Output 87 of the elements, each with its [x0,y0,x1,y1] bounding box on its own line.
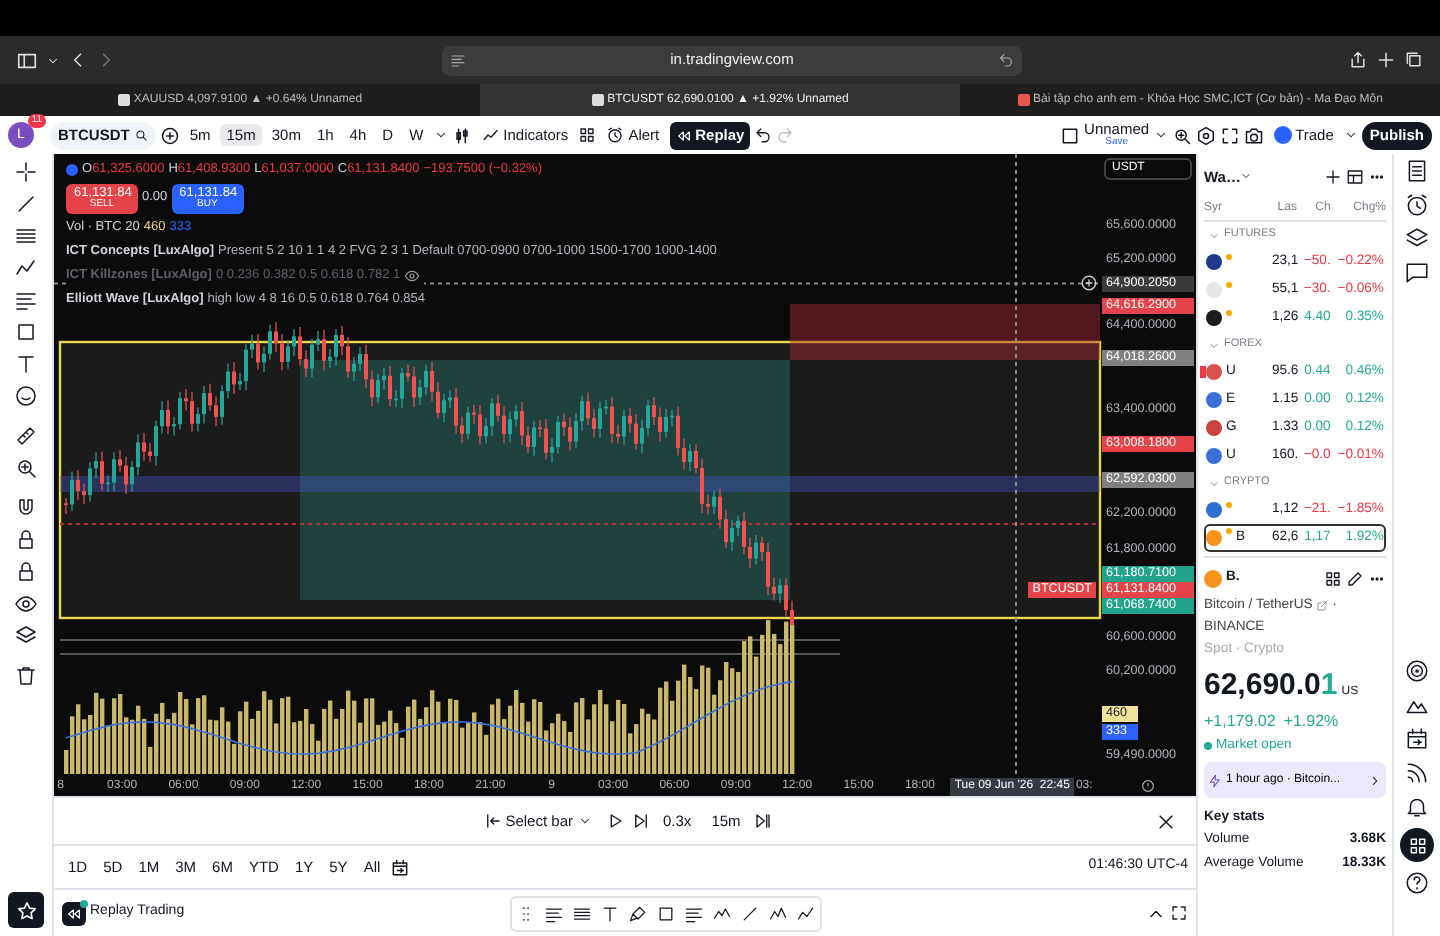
add-symbol-icon[interactable] [159,125,180,145]
grid-icon[interactable] [1324,569,1342,587]
settings-icon[interactable] [1195,125,1216,145]
step-forward-icon[interactable] [631,812,649,830]
bolt-icon[interactable] [1208,773,1222,788]
trash-icon[interactable] [14,664,38,688]
chart-line-icon[interactable] [481,126,500,144]
price-change: +1,179.02 [1204,710,1276,735]
jump-to-end-icon[interactable] [754,812,773,830]
edit-icon[interactable] [1346,569,1364,587]
smiley-icon[interactable] [14,384,38,408]
last-price: 62,690.0 [1204,665,1321,706]
rectangle-icon[interactable] [14,320,38,344]
lock-icon[interactable] [14,560,38,584]
status-dot [1204,742,1212,751]
rewind-icon[interactable] [675,127,692,143]
crosshair-icon[interactable] [14,160,38,184]
play-icon[interactable] [605,812,623,830]
list-icon[interactable] [1404,158,1430,184]
tab-overview-icon[interactable] [1404,50,1424,70]
chevron-down-icon[interactable] [1343,128,1358,142]
search-icon[interactable] [133,128,148,142]
external-link-icon[interactable] [1316,600,1329,613]
alarm-icon[interactable] [606,126,625,144]
zigzag-icon[interactable] [711,903,732,923]
add-icon[interactable] [1324,167,1342,185]
text-icon[interactable] [599,903,620,923]
change-percent: +1.92% [1283,710,1339,735]
select-bar-icon[interactable] [483,812,502,830]
fib-lines-icon[interactable] [683,903,704,923]
chevron-down-icon[interactable] [46,53,60,67]
magnet-icon[interactable] [14,496,38,520]
zoom-in-icon[interactable] [14,456,38,480]
apps-button[interactable] [1400,828,1434,862]
chevron-down-icon[interactable] [577,814,591,828]
layers-icon[interactable] [14,624,38,648]
help-icon[interactable] [1404,870,1430,896]
lines-icon[interactable] [14,288,38,312]
candles-icon[interactable] [451,125,472,145]
trend-line-icon[interactable] [14,192,38,216]
go-to-date-icon[interactable] [390,857,411,877]
layout-icon[interactable] [1060,125,1081,145]
new-tab-icon[interactable] [1376,50,1396,70]
sidebar-icon[interactable] [16,49,38,71]
share-icon[interactable] [1348,50,1368,70]
alarm-icon[interactable] [1404,192,1430,218]
chat-icon[interactable] [1404,260,1430,286]
target-icon[interactable] [1404,658,1430,684]
hidden-eye-icon[interactable] [404,267,421,284]
pattern-icon[interactable] [14,256,38,280]
page-icon[interactable] [450,52,466,68]
brush-icon[interactable] [627,903,648,923]
pattern-icon[interactable] [795,903,816,923]
layers-icon[interactable] [1404,226,1430,252]
chevron-down-icon[interactable] [1153,128,1168,142]
maximize-icon[interactable] [1170,904,1188,922]
rss-icon[interactable] [1404,760,1430,786]
pattern-icon[interactable] [767,903,788,923]
undo-icon[interactable] [754,126,773,144]
add-alert-icon[interactable] [1080,274,1098,292]
last-price-digit: 1 [1320,665,1338,706]
rectangle-icon[interactable] [655,903,676,923]
axis-settings-icon[interactable] [1140,778,1156,794]
fib-lines-icon[interactable] [571,903,592,923]
eye-icon[interactable] [14,592,38,616]
bell-icon[interactable] [1404,794,1430,820]
trend-line-icon[interactable] [739,903,760,923]
templates-icon[interactable] [578,126,597,144]
fib-lines-icon[interactable] [14,224,38,248]
star-icon[interactable] [15,899,37,921]
calendar-icon[interactable] [1404,726,1430,752]
reload-icon[interactable] [997,52,1014,68]
lines-icon[interactable] [543,903,564,923]
camera-icon[interactable] [1243,125,1264,145]
ruler-icon[interactable] [14,424,38,448]
lock-icon[interactable] [14,528,38,552]
close-icon[interactable] [1156,812,1176,832]
coin-icon [1204,569,1222,587]
fullscreen-icon[interactable] [1219,125,1240,145]
favorites-button[interactable] [8,892,44,928]
quick-search-icon[interactable] [1171,125,1192,145]
chevron-down-icon[interactable] [433,128,448,142]
chevron-right-icon[interactable] [1368,773,1382,788]
replay-status-icon [66,164,78,177]
text-icon[interactable] [14,352,38,376]
table-icon[interactable] [1346,167,1364,185]
trade-logo-icon [1273,126,1292,144]
